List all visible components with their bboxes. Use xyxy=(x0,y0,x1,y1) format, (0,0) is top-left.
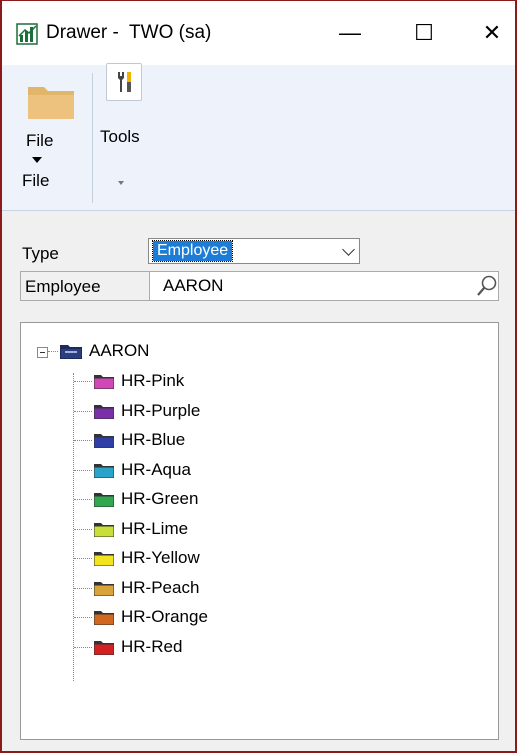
tree-root-aaron[interactable]: AARON xyxy=(59,337,149,365)
drawer-icon xyxy=(60,345,82,359)
tree-item-hr-blue[interactable]: HR-Blue xyxy=(93,426,185,454)
drawer-window: Drawer - TWO (sa) — ☐ ✕ File Tools File xyxy=(0,0,517,753)
collapse-toggle-icon[interactable] xyxy=(37,347,48,358)
tree-connector xyxy=(48,351,58,352)
colored-folder-icon xyxy=(94,404,114,419)
tree-item-hr-red[interactable]: HR-Red xyxy=(93,633,182,661)
colored-folder-icon xyxy=(94,463,114,478)
tools-icon xyxy=(118,72,131,92)
tree-item-label: HR-Orange xyxy=(121,607,208,626)
colored-folder-icon xyxy=(94,552,114,566)
tools-button-label: Tools xyxy=(100,127,140,146)
employee-input[interactable] xyxy=(151,274,469,298)
type-select[interactable]: Employee xyxy=(148,238,360,264)
tree-item-label: HR-Lime xyxy=(121,518,189,538)
close-button[interactable]: ✕ xyxy=(472,13,512,53)
maximize-icon: ☐ xyxy=(414,20,434,45)
tree-connector xyxy=(74,617,92,618)
tree-item-hr-yellow[interactable]: HR-Yellow xyxy=(93,544,200,572)
tree-view[interactable]: AARON HR-Pink HR-Purple HR-Blue HR-Aqua HR-G… xyxy=(20,322,499,740)
ribbon-group-file-label: File xyxy=(22,171,50,190)
ribbon-separator xyxy=(92,73,93,203)
dropdown-arrow-icon xyxy=(32,157,42,163)
tree-item-hr-aqua[interactable]: HR-Aqua xyxy=(93,456,191,484)
maximize-button[interactable]: ☐ xyxy=(404,13,444,53)
tree-connector xyxy=(74,646,92,648)
tree-connector xyxy=(74,558,92,559)
tree-item-label: HR-Blue xyxy=(121,430,186,449)
employee-label-cell: Employee xyxy=(21,272,150,300)
chevron-down-icon xyxy=(342,243,355,256)
tools-button[interactable]: Tools xyxy=(100,125,150,151)
file-button-label: File xyxy=(26,131,54,150)
file-button[interactable]: File xyxy=(16,131,76,171)
tree-connector xyxy=(74,528,92,530)
folder-icon xyxy=(28,87,74,119)
tree-item-hr-purple[interactable]: HR-Purple xyxy=(93,397,200,425)
tree-root-label: AARON xyxy=(89,341,150,360)
type-label: Type xyxy=(22,244,59,263)
title-bar[interactable]: Drawer - TWO (sa) — ☐ ✕ xyxy=(2,1,515,65)
tree-connector xyxy=(74,410,92,412)
ribbon: File Tools File xyxy=(2,63,515,211)
tree-item-hr-lime[interactable]: HR-Lime xyxy=(93,515,188,543)
tree-item-label: HR-Yellow xyxy=(121,548,200,567)
tree-connector xyxy=(74,499,92,500)
colored-folder-icon xyxy=(94,493,114,507)
tree-connector xyxy=(74,587,92,589)
colored-folder-icon xyxy=(94,522,114,537)
tree-connector xyxy=(74,381,92,382)
colored-folder-icon xyxy=(94,375,114,389)
tree-item-hr-peach[interactable]: HR-Peach xyxy=(93,574,199,602)
tree-item-hr-orange[interactable]: HR-Orange xyxy=(93,603,208,631)
tree-item-label: HR-Peach xyxy=(121,577,200,597)
type-select-value: Employee xyxy=(151,240,234,262)
colored-folder-icon xyxy=(94,611,114,625)
employee-label: Employee xyxy=(25,277,101,296)
minimize-button[interactable]: — xyxy=(330,13,370,53)
tools-group-expander[interactable] xyxy=(118,179,128,187)
tools-button-frame xyxy=(106,63,142,101)
tree-item-hr-green[interactable]: HR-Green xyxy=(93,485,198,513)
tree-item-label: HR-Green xyxy=(121,489,199,508)
minimize-icon: — xyxy=(339,20,361,45)
tree-connector xyxy=(73,373,74,681)
tree-item-label: HR-Aqua xyxy=(121,459,191,479)
tree-item-hr-pink[interactable]: HR-Pink xyxy=(93,367,184,395)
colored-folder-icon xyxy=(94,434,114,448)
colored-folder-icon xyxy=(94,581,114,596)
tree-connector xyxy=(74,440,92,441)
close-icon: ✕ xyxy=(482,20,502,45)
window-title: Drawer - TWO (sa) xyxy=(46,22,212,43)
tree-item-label: HR-Purple xyxy=(121,400,201,420)
colored-folder-icon xyxy=(94,640,114,655)
tree-connector xyxy=(74,469,92,471)
employee-row: Employee xyxy=(20,271,499,301)
tree-item-label: HR-Pink xyxy=(121,371,185,390)
tree-item-label: HR-Red xyxy=(121,636,183,656)
app-chart-icon xyxy=(16,23,38,45)
lookup-magnifier-icon[interactable] xyxy=(475,273,499,299)
group-chevron-icon xyxy=(118,181,124,185)
